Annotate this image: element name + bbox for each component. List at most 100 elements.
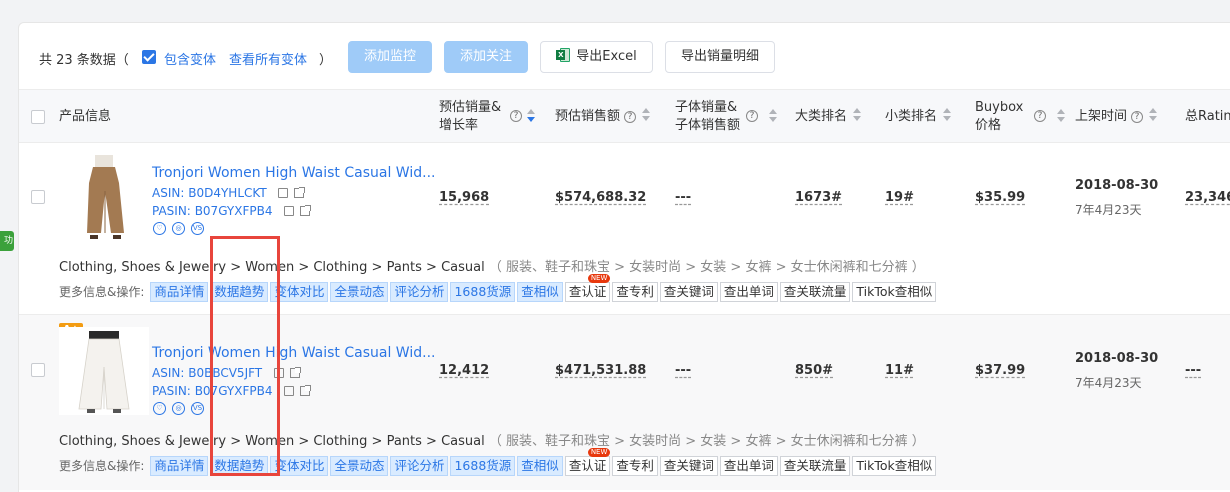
tag-review-analysis[interactable]: 评论分析 [390,282,449,302]
table-header: 产品信息 预估销量& 增长率 ? 预估销售额? 子体销量& 子体销售额 ? 大类… [19,89,1230,143]
tag-check-order-words[interactable]: 查出单词 [719,282,778,302]
tag-related-traffic[interactable]: 查关联流量 [779,456,851,476]
product-image[interactable] [59,153,149,243]
tag-check-keywords[interactable]: 查关键词 [659,282,718,302]
external-link-icon[interactable] [294,187,306,198]
sort-icon[interactable] [943,108,952,122]
est-sales-value[interactable]: 15,968 [439,190,489,205]
tag-variant-compare[interactable]: 变体对比 [270,456,329,476]
tag-check-cert[interactable]: 查认证 NEW [564,448,611,476]
copy-icon[interactable] [273,368,284,378]
table-row: Tronjori Women High Waist Casual Wid... … [19,143,1230,315]
header-main-rank[interactable]: 大类排名 [795,108,862,126]
tag-tiktok-similar[interactable]: TikTok查相似 [852,456,937,476]
vs-icon[interactable]: VS [191,222,204,235]
tag-data-trend[interactable]: 数据趋势 [210,282,269,302]
total-rating-value[interactable]: 23,346 [1185,190,1230,205]
main-rank-value[interactable]: 1673# [795,190,842,205]
copy-icon[interactable] [284,386,295,396]
copy-icon[interactable] [284,206,295,216]
external-link-icon[interactable] [300,205,312,216]
header-buybox[interactable]: Buybox 价格 [975,99,1023,135]
tag-panorama[interactable]: 全景动态 [330,282,389,302]
include-variants-label[interactable]: 包含变体 [164,49,216,68]
asin-value[interactable]: B0D4YHLCKT [188,186,266,200]
tag-tiktok-similar[interactable]: TikTok查相似 [852,282,937,302]
tag-variant-compare[interactable]: 变体对比 [270,282,329,302]
product-title-link[interactable]: Tronjori Women High Waist Casual Wid... [152,165,435,181]
select-all-checkbox[interactable] [31,110,45,124]
product-title-link[interactable]: Tronjori Women High Waist Casual Wid... [152,345,435,361]
header-listed-time[interactable]: 上架时间? [1075,108,1158,126]
pasin-value[interactable]: B07GYXFPB4 [195,384,273,398]
external-link-icon[interactable] [289,367,301,378]
add-follow-button[interactable]: 添加关注 [444,41,528,73]
child-sales-value[interactable]: --- [675,363,691,378]
help-icon[interactable]: ? [1034,110,1046,122]
tag-find-similar[interactable]: 查相似 [517,456,563,476]
heart-icon[interactable]: ♡ [153,222,166,235]
category-path-en[interactable]: Clothing, Shoes & Jewelry > Women > Clot… [59,260,485,275]
buybox-value[interactable]: $37.99 [975,363,1025,378]
side-feature-tab[interactable]: 功能 [0,231,14,251]
export-excel-label: 导出Excel [576,49,637,64]
header-est-sales[interactable]: 预估销量& 增长率 [439,99,501,135]
tag-check-cert-label: 查认证 [568,458,607,473]
tag-product-detail[interactable]: 商品详情 [150,282,209,302]
asin-value[interactable]: B0BBCV5JFT [188,366,262,380]
external-link-icon[interactable] [300,385,312,396]
sort-icon[interactable] [527,109,535,123]
sort-icon[interactable] [853,108,862,122]
add-monitor-button[interactable]: 添加监控 [348,41,432,73]
sort-icon[interactable] [769,109,777,123]
child-sales-value[interactable]: --- [675,190,691,205]
help-icon[interactable]: ? [510,110,522,122]
buybox-value[interactable]: $35.99 [975,190,1025,205]
view-all-variants-link[interactable]: 查看所有变体 [229,49,307,68]
export-excel-button[interactable]: X 导出Excel [540,41,653,73]
tag-1688-source[interactable]: 1688货源 [450,282,516,302]
sort-icon[interactable] [642,108,651,122]
tag-check-cert[interactable]: 查认证 NEW [564,274,611,302]
help-icon[interactable]: ? [624,111,637,123]
header-est-revenue[interactable]: 预估销售额? [555,108,651,126]
tag-related-traffic[interactable]: 查关联流量 [779,282,851,302]
est-revenue-value[interactable]: $574,688.32 [555,190,646,205]
est-sales-value[interactable]: 12,412 [439,363,489,378]
tag-check-patent[interactable]: 查专利 [612,282,658,302]
sort-icon[interactable] [1149,108,1158,122]
product-image[interactable] [59,327,149,415]
row-checkbox[interactable] [31,363,45,377]
tag-check-order-words[interactable]: 查出单词 [719,456,778,476]
est-revenue-value[interactable]: $471,531.88 [555,363,646,378]
tag-find-similar[interactable]: 查相似 [517,282,563,302]
tag-data-trend[interactable]: 数据趋势 [210,456,269,476]
header-sub-rank[interactable]: 小类排名 [885,108,952,126]
header-total-rating[interactable]: 总Rating [1185,108,1230,126]
help-icon[interactable]: ? [1131,111,1144,123]
include-variants-checkbox[interactable] [142,50,156,64]
tag-check-keywords[interactable]: 查关键词 [659,456,718,476]
main-rank-value[interactable]: 850# [795,363,833,378]
heart-icon[interactable]: ♡ [153,402,166,415]
target-icon[interactable]: ◎ [172,222,185,235]
export-sales-detail-button[interactable]: 导出销量明细 [665,41,775,73]
total-rating-value[interactable]: --- [1185,363,1201,378]
tag-product-detail[interactable]: 商品详情 [150,456,209,476]
tag-panorama[interactable]: 全景动态 [330,456,389,476]
help-icon[interactable]: ? [746,110,758,122]
sub-rank-value[interactable]: 11# [885,363,914,378]
target-icon[interactable]: ◎ [172,402,185,415]
tag-review-analysis[interactable]: 评论分析 [390,456,449,476]
vs-icon[interactable]: VS [191,402,204,415]
sub-rank-value[interactable]: 19# [885,190,914,205]
header-est-sales-line2: 增长率 [439,118,479,133]
copy-icon[interactable] [278,188,289,198]
category-path-en[interactable]: Clothing, Shoes & Jewelry > Women > Clot… [59,434,485,449]
sort-icon[interactable] [1057,109,1065,123]
row-checkbox[interactable] [31,190,45,204]
header-child-sales[interactable]: 子体销量& 子体销售额 [675,99,740,135]
tag-1688-source[interactable]: 1688货源 [450,456,516,476]
tag-check-patent[interactable]: 查专利 [612,456,658,476]
pasin-value[interactable]: B07GYXFPB4 [195,204,273,218]
